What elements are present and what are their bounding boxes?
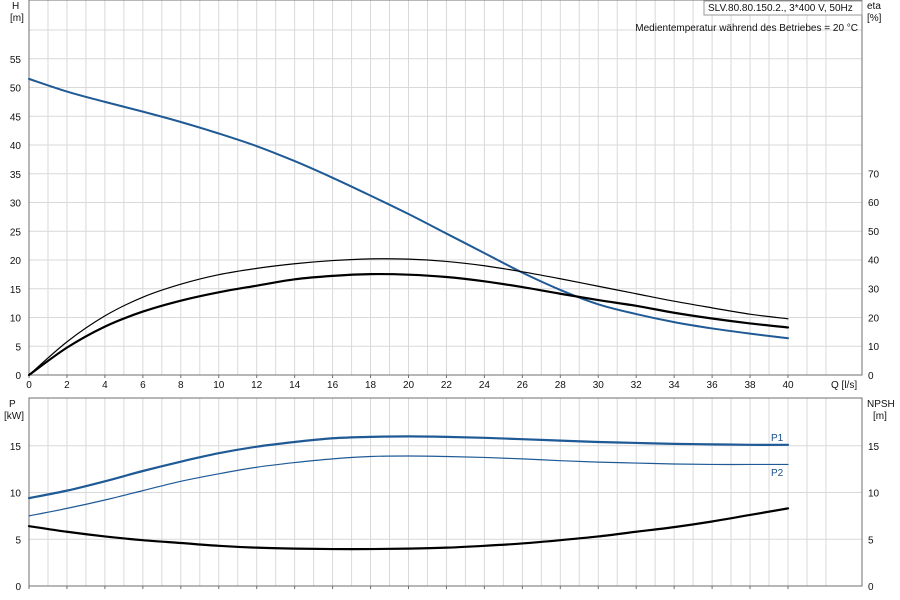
p-tick-label: 5 bbox=[15, 535, 21, 546]
p-tick-label: 0 bbox=[15, 582, 21, 593]
y-tick-label: 50 bbox=[10, 84, 22, 95]
x-tick-label: 26 bbox=[517, 380, 529, 391]
chart-title: SLV.80.80.150.2., 3*400 V, 50Hz bbox=[708, 3, 853, 14]
y-tick-label: 20 bbox=[10, 256, 22, 267]
series-label-p1: P1 bbox=[771, 433, 784, 444]
chart-subtitle: Medientemperatur während des Betriebes =… bbox=[635, 23, 858, 34]
x-tick-label: 10 bbox=[213, 380, 225, 391]
y-tick-label: 0 bbox=[15, 371, 21, 382]
y2-tick-label: 60 bbox=[868, 198, 880, 209]
npsh-tick-label: 5 bbox=[868, 535, 874, 546]
y-tick-label: 25 bbox=[10, 227, 22, 238]
y2-axis-unit: [%] bbox=[867, 13, 882, 24]
npsh-axis-unit: [m] bbox=[873, 411, 887, 422]
x-axis-title: Q [l/s] bbox=[831, 380, 857, 391]
y2-tick-label: 70 bbox=[868, 169, 880, 180]
npsh-tick-label: 10 bbox=[868, 489, 880, 500]
npsh-tick-label: 15 bbox=[868, 442, 880, 453]
y-tick-label: 5 bbox=[15, 342, 21, 353]
p-tick-label: 15 bbox=[10, 442, 22, 453]
p-axis-title: P bbox=[9, 399, 16, 410]
x-tick-label: 0 bbox=[26, 380, 32, 391]
pump-curve-chart: SLV.80.80.150.2., 3*400 V, 50Hz Mediente… bbox=[0, 0, 900, 600]
x-tick-label: 30 bbox=[593, 380, 605, 391]
y-tick-label: 30 bbox=[10, 199, 22, 210]
y-tick-label: 40 bbox=[10, 141, 22, 152]
x-tick-label: 34 bbox=[669, 380, 681, 391]
y-axis-unit: [m] bbox=[10, 13, 24, 24]
y-tick-label: 35 bbox=[10, 170, 22, 181]
npsh-axis-title: NPSH bbox=[867, 399, 895, 410]
y2-tick-label: 50 bbox=[868, 227, 880, 238]
x-tick-label: 20 bbox=[403, 380, 415, 391]
npsh-tick-label: 0 bbox=[868, 582, 874, 593]
y-tick-label: 10 bbox=[10, 314, 22, 325]
x-tick-label: 8 bbox=[178, 380, 184, 391]
pump-curve-svg: SLV.80.80.150.2., 3*400 V, 50Hz Mediente… bbox=[4, 0, 895, 593]
y-tick-label: 55 bbox=[10, 55, 22, 66]
x-tick-label: 40 bbox=[782, 380, 794, 391]
x-tick-label: 32 bbox=[631, 380, 643, 391]
y-tick-label: 15 bbox=[10, 285, 22, 296]
y2-tick-label: 10 bbox=[868, 342, 880, 353]
x-tick-label: 2 bbox=[64, 380, 70, 391]
x-tick-label: 22 bbox=[441, 380, 453, 391]
y2-tick-label: 20 bbox=[868, 313, 880, 324]
y-tick-label: 45 bbox=[10, 112, 22, 123]
x-tick-label: 4 bbox=[102, 380, 108, 391]
x-tick-label: 36 bbox=[707, 380, 719, 391]
y2-tick-label: 30 bbox=[868, 285, 880, 296]
p-axis-unit: [kW] bbox=[4, 411, 24, 422]
x-tick-label: 12 bbox=[251, 380, 263, 391]
y2-tick-label: 40 bbox=[868, 256, 880, 267]
x-tick-label: 24 bbox=[479, 380, 491, 391]
p-tick-label: 10 bbox=[10, 489, 22, 500]
x-tick-label: 38 bbox=[744, 380, 756, 391]
x-tick-label: 14 bbox=[289, 380, 301, 391]
x-tick-label: 16 bbox=[327, 380, 339, 391]
x-tick-label: 6 bbox=[140, 380, 146, 391]
top-plot-area bbox=[29, 0, 862, 375]
x-tick-label: 18 bbox=[365, 380, 377, 391]
y-axis-title: H bbox=[12, 1, 19, 12]
series-label-p2: P2 bbox=[771, 468, 784, 479]
x-tick-label: 28 bbox=[555, 380, 567, 391]
y2-tick-label: 0 bbox=[868, 371, 874, 382]
y2-axis-title: eta bbox=[867, 1, 881, 12]
